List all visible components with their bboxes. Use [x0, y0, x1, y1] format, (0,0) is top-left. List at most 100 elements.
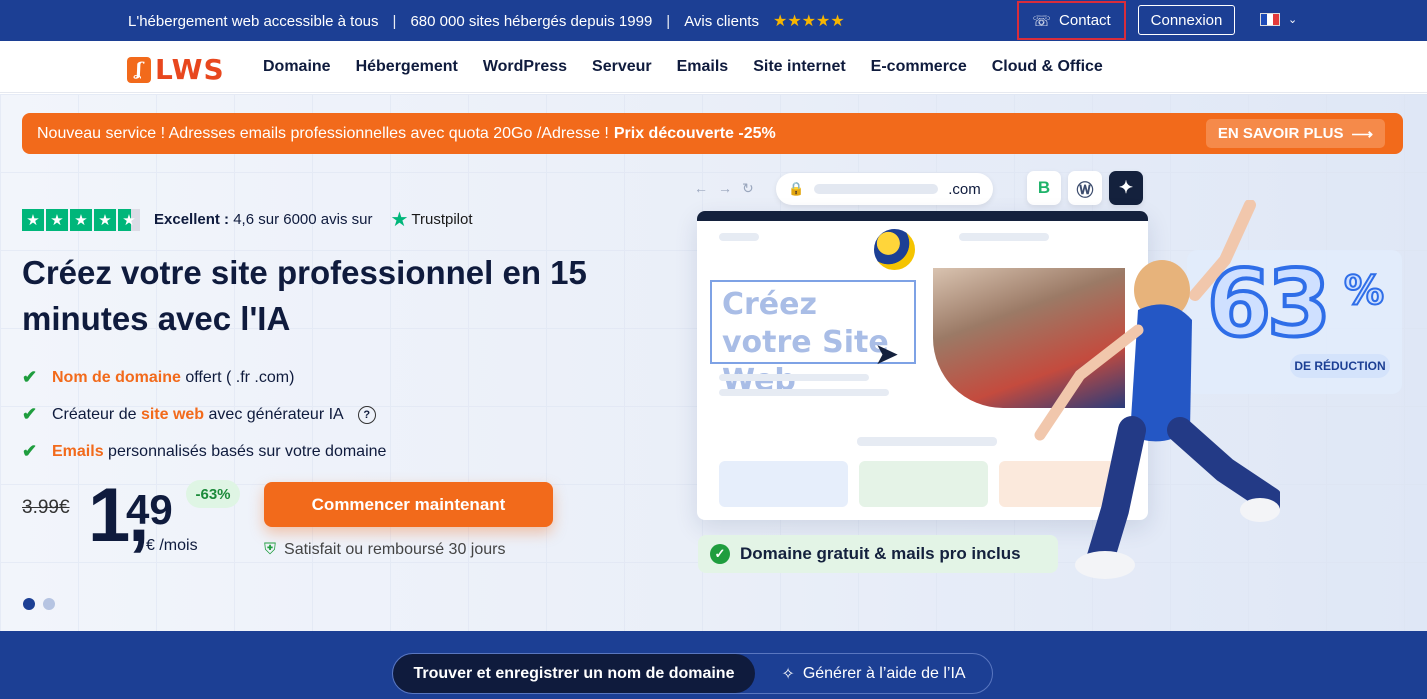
promo-highlight: Prix découverte -25% [613, 124, 776, 142]
reviews-stars-icon: ★★★★★ [772, 13, 845, 30]
back-arrow-icon: ← [694, 180, 708, 196]
domain-pill-text: Domaine gratuit & mails pro inclus [740, 544, 1021, 563]
rating-text: 4,6 sur 6000 avis sur [233, 211, 373, 228]
trustpilot-star-icon: ★ [390, 209, 409, 231]
chevron-down-icon: ⌄ [1288, 14, 1298, 26]
trustpilot-rating[interactable]: ★ ★ ★ ★ ★ Excellent : 4,6 sur 6000 avis … [22, 207, 473, 232]
feature-text: avec générateur IA [204, 405, 344, 423]
separator: | [666, 12, 671, 30]
mockup-card [719, 461, 848, 507]
learn-more-label: EN SAVOIR PLUS [1217, 125, 1344, 142]
domain-search-tabs: Trouver et enregistrer un nom de domaine… [392, 653, 993, 694]
nav-item-ecommerce[interactable]: E-commerce [871, 58, 967, 76]
contact-label: Contact [1059, 12, 1111, 29]
url-placeholder [814, 184, 939, 194]
star-icon: ★ [22, 208, 44, 231]
learn-more-button[interactable]: EN SAVOIR PLUS ⟶ [1205, 119, 1385, 148]
domain-included-pill: ✓ Domaine gratuit & mails pro inclus [698, 535, 1058, 573]
nav-item-hebergement[interactable]: Hébergement [356, 58, 458, 76]
discount-badge: -63% [186, 480, 240, 508]
nav-menu: Domaine Hébergement WordPress Serveur Em… [263, 58, 1103, 76]
trustpilot-brand: Trustpilot [411, 211, 473, 228]
forward-arrow-icon: → [718, 180, 732, 196]
logo-text: LWS [155, 53, 225, 86]
star-icon: ★ [46, 208, 68, 231]
check-icon: ✔ [22, 441, 38, 461]
french-flag-icon [1260, 13, 1280, 26]
feature-item: ✔ Emails personnalisés basés sur votre d… [22, 433, 386, 470]
guarantee-text: Satisfait ou remboursé 30 jours [284, 541, 506, 558]
sites-count: 680 000 sites hébergés depuis 1999 [410, 12, 653, 30]
old-price: 3.99€ [22, 497, 70, 518]
lws-logo[interactable]: ʆ LWS [127, 53, 225, 86]
contact-button[interactable]: ☏ Contact [1017, 1, 1126, 40]
feature-text: offert ( .fr .com) [180, 368, 295, 386]
main-nav: ʆ LWS Domaine Hébergement WordPress Serv… [0, 41, 1427, 93]
check-icon: ✔ [22, 367, 38, 387]
rating-label: Excellent : [154, 211, 230, 228]
guarantee: ⛨ Satisfait ou remboursé 30 jours [264, 541, 505, 559]
feature-item: ✔ Nom de domaine offert ( .fr .com) [22, 359, 386, 396]
tab-generate-ai-label: Générer à l’aide de l’IA [802, 664, 966, 682]
carousel-dot[interactable] [23, 598, 35, 610]
lock-icon: 🔒 [788, 181, 805, 196]
nav-item-serveur[interactable]: Serveur [592, 58, 652, 76]
percent-sign: % [1343, 267, 1385, 315]
volleyball-icon [874, 229, 915, 270]
shield-check-icon: ⛨ [264, 541, 277, 558]
top-bar-info: L'hébergement web accessible à tous | 68… [128, 11, 845, 31]
feature-prefix: Créateur de [52, 405, 141, 423]
feature-highlight[interactable]: site web [141, 406, 204, 423]
top-bar: L'hébergement web accessible à tous | 68… [0, 0, 1427, 41]
tab-generate-ai[interactable]: ✧ Générer à l’aide de l’IA [755, 654, 992, 693]
help-icon[interactable]: ? [357, 405, 376, 424]
url-suffix: .com [948, 180, 981, 198]
phone-mail-icon: ☏ [1032, 12, 1052, 30]
cursor-icon: ➤ [874, 338, 900, 371]
mockup-line [857, 437, 997, 446]
feature-item: ✔ Créateur de site web avec générateur I… [22, 396, 386, 433]
feature-highlight[interactable]: Emails [52, 443, 104, 460]
star-icon: ★ [94, 208, 116, 231]
star-icon: ★ [118, 208, 140, 231]
nav-item-domaine[interactable]: Domaine [263, 58, 331, 76]
login-button[interactable]: Connexion [1138, 5, 1235, 35]
mockup-line [719, 233, 759, 241]
mockup-line [719, 389, 889, 396]
reduction-label: DE RÉDUCTION [1290, 354, 1390, 378]
separator: | [392, 12, 397, 30]
arrow-right-icon: ⟶ [1351, 125, 1373, 143]
check-circle-icon: ✓ [710, 544, 730, 564]
tab-find-domain[interactable]: Trouver et enregistrer un nom de domaine [393, 654, 755, 693]
promo-text: Nouveau service ! Adresses emails profes… [37, 124, 609, 142]
trustpilot-logo: ★ Trustpilot [390, 207, 472, 232]
browser-nav-icons: ← → ↻ [694, 180, 754, 197]
language-selector[interactable]: ⌄ [1260, 13, 1297, 26]
tagline: L'hébergement web accessible à tous [128, 12, 379, 30]
reload-icon: ↻ [742, 180, 754, 196]
trustpilot-stars-icon: ★ ★ ★ ★ ★ [22, 208, 140, 231]
nav-item-emails[interactable]: Emails [677, 58, 729, 76]
nav-item-cloud-office[interactable]: Cloud & Office [992, 58, 1103, 76]
feature-text: personnalisés basés sur votre domaine [103, 442, 387, 460]
price-cents: 49 [126, 486, 173, 533]
mockup-card [859, 461, 988, 507]
star-icon: ★ [70, 208, 92, 231]
volleyball-player-illustration [1034, 200, 1280, 579]
carousel-dot[interactable] [43, 598, 55, 610]
feature-list: ✔ Nom de domaine offert ( .fr .com) ✔ Cr… [22, 359, 386, 470]
feature-highlight[interactable]: Nom de domaine [52, 369, 181, 386]
start-now-button[interactable]: Commencer maintenant [264, 482, 553, 527]
hero-headline: Créez votre site professionnel en 15 min… [22, 254, 587, 337]
price-unit: € /mois [146, 537, 198, 554]
carousel-dots [23, 598, 55, 610]
reviews-label: Avis clients [684, 12, 759, 30]
sparkle-icon: ✧ [781, 665, 795, 683]
browser-address-bar: 🔒 .com [776, 173, 993, 205]
nav-item-wordpress[interactable]: WordPress [483, 58, 567, 76]
logo-mark-icon: ʆ [127, 56, 151, 83]
check-icon: ✔ [22, 404, 38, 424]
promo-banner[interactable]: Nouveau service ! Adresses emails profes… [22, 113, 1403, 154]
nav-item-site-internet[interactable]: Site internet [753, 58, 845, 76]
mockup-line [719, 374, 869, 381]
